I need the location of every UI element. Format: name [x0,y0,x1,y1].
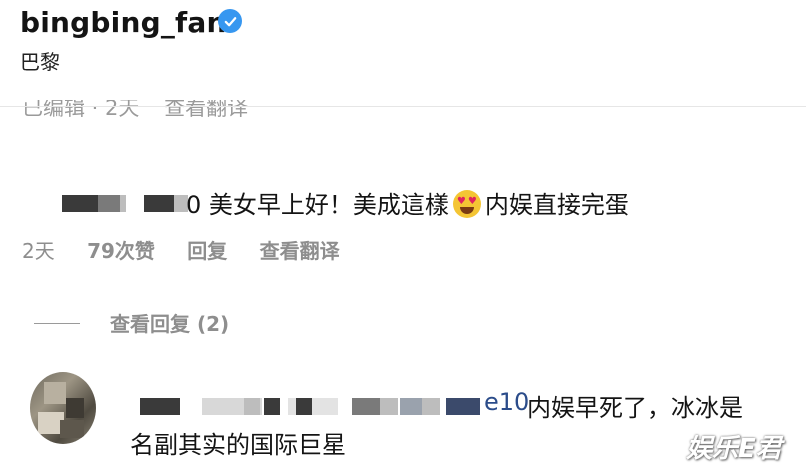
comment2-username-suffix[interactable]: e10 [484,388,529,416]
heart-eyes-emoji-icon: ♥ ♥ [452,190,481,218]
post-location[interactable]: 巴黎 [20,46,60,75]
comment1-text-part2: 内娱直接完蛋 [484,191,629,219]
comment2-text-line2: 名副其实的国际巨星 [130,431,346,459]
comment1-actions: 2天 79次赞 回复 查看翻译 [22,235,366,264]
comment2-text-line1: 内娱早死了，冰冰是 [527,394,743,422]
comment1-text-part1: 0 美女早上好！美成這樣 [186,191,449,219]
post-translate-link[interactable]: 查看翻译 [164,100,248,120]
watermark: 娱乐E君 [686,434,782,464]
comment1-likes[interactable]: 79次赞 [87,239,155,263]
comment2-username-redacted[interactable] [140,395,484,419]
header-divider [0,106,806,107]
comment2-avatar[interactable] [30,372,96,444]
comment1-time: 2天 [22,239,55,263]
edited-time-label: 已编辑 · 2天 [22,100,140,120]
post-meta-row: 已编辑 · 2天 查看翻译 [22,100,802,126]
comment1-username-redacted[interactable] [62,192,194,216]
comment1-text: 0 美女早上好！美成這樣 ♥ ♥ 内娱直接完蛋 [186,185,629,220]
view-replies-button[interactable]: 查看回复 (2) [110,308,229,337]
comment1-translate-button[interactable]: 查看翻译 [260,239,340,263]
replies-divider-line [34,323,80,324]
post-username[interactable]: bingbing_fan [20,6,227,39]
comment1-reply-button[interactable]: 回复 [187,239,227,263]
verified-badge-icon [218,9,242,33]
